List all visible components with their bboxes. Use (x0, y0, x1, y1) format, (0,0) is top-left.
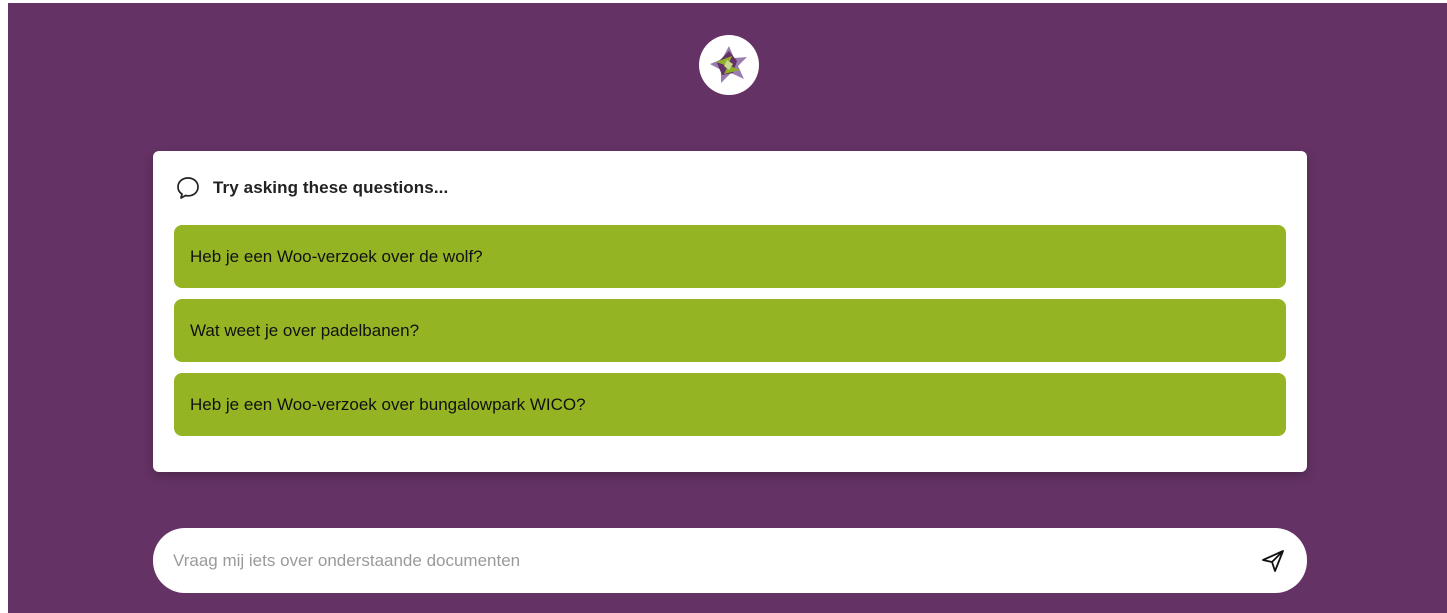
suggested-question-bungalowpark[interactable]: Heb je een Woo-verzoek over bungalowpark… (174, 373, 1286, 436)
app-background: Try asking these questions... Heb je een… (8, 3, 1447, 613)
suggested-question-wolf[interactable]: Heb je een Woo-verzoek over de wolf? (174, 225, 1286, 288)
suggestions-title: Try asking these questions... (213, 178, 449, 197)
suggested-questions-card: Try asking these questions... Heb je een… (153, 151, 1307, 472)
logo (699, 35, 759, 95)
chat-bubble-icon (177, 177, 199, 199)
chat-input[interactable] (173, 528, 1233, 593)
star-logo-icon (710, 46, 747, 83)
question-list: Heb je een Woo-verzoek over de wolf? Wat… (174, 225, 1286, 447)
suggestions-header: Try asking these questions... (175, 175, 448, 201)
send-icon (1262, 550, 1284, 572)
chat-input-bar (153, 528, 1307, 593)
suggested-question-padelbanen[interactable]: Wat weet je over padelbanen? (174, 299, 1286, 362)
send-button[interactable] (1257, 545, 1289, 577)
